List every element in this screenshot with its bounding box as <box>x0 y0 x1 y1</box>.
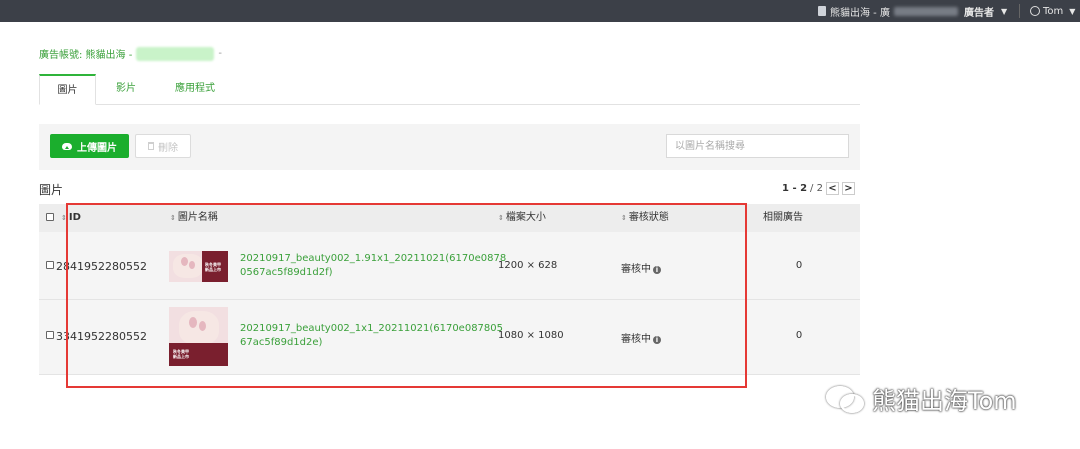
watermark-text: 熊猫出海Tom <box>872 387 1017 415</box>
table-row: 2841952280552 秋冬美甲 新品上市 20210917_beauty00… <box>39 232 860 300</box>
search-input[interactable] <box>666 134 849 158</box>
toolbar: 上傳圖片 刪除 <box>39 124 860 170</box>
delete-button[interactable]: 刪除 <box>135 134 191 158</box>
select-all-checkbox[interactable] <box>46 213 54 221</box>
image-thumbnail[interactable]: 秋冬美甲 新品上市 <box>169 251 228 282</box>
pager-total: / 2 <box>810 183 823 194</box>
header-name[interactable]: ⇕ 圖片名稱 <box>170 204 218 232</box>
redacted-account-id <box>136 46 215 61</box>
sort-icon: ⇕ <box>170 214 176 222</box>
row-id: 2841952280552 <box>56 260 147 273</box>
table-row: 3341952280552 秋冬美甲 新品上市 20210917_beauty00… <box>39 300 860 375</box>
info-icon[interactable]: i <box>653 336 661 344</box>
review-status: 審核中 i <box>621 330 661 345</box>
row-id: 3341952280552 <box>56 330 147 343</box>
status-label: 審核中 <box>621 264 651 275</box>
account-switcher[interactable]: 熊貓出海 - 廣 廣告者 ▼ <box>818 0 1007 22</box>
header-checkbox-cell <box>46 204 54 232</box>
watermark: 熊猫出海Tom <box>824 381 1017 416</box>
thumb-text: 新品上市 <box>173 354 189 359</box>
row-checkbox-cell <box>46 261 54 272</box>
upload-label: 上傳圖片 <box>77 142 117 154</box>
tab-apps[interactable]: 應用程式 <box>163 74 227 104</box>
image-name-line1: 20210917_beauty002_1.91x1_20211021(6170e… <box>240 253 507 264</box>
prev-page-button[interactable]: < <box>825 182 839 195</box>
upload-image-button[interactable]: 上傳圖片 <box>50 134 129 158</box>
cloud-upload-icon <box>62 142 72 150</box>
review-status: 審核中 i <box>621 260 661 275</box>
image-name-line2: 0567ac5f89d1d2f) <box>240 267 333 278</box>
header-size-label: 檔案大小 <box>505 212 546 223</box>
user-menu[interactable]: Tom ▼ <box>1030 0 1075 22</box>
file-size: 1200 × 628 <box>498 260 558 271</box>
row-checkbox[interactable] <box>46 261 54 269</box>
tab-bar: 圖片 影片 應用程式 <box>39 74 860 105</box>
row-checkbox[interactable] <box>46 331 54 339</box>
image-name-line2: 67ac5f89d1d2e) <box>240 337 323 348</box>
sort-icon: ⇕ <box>61 214 67 222</box>
related-ads-count: 0 <box>795 260 803 271</box>
breadcrumb-suffix: - <box>218 48 222 59</box>
image-name-line1: 20210917_beauty002_1x1_20211021(6170e087… <box>240 323 504 334</box>
pager-range: 1 - 2 <box>782 183 808 194</box>
sort-icon: ⇕ <box>498 214 504 222</box>
chevron-down-icon: ▼ <box>1000 6 1008 16</box>
table-header: ⇕ ID ⇕ 圖片名稱 ⇕ 檔案大小 ⇕ 審核狀態 相關廣告 <box>39 204 860 232</box>
breadcrumb-account[interactable]: 廣告帳號: 熊貓出海 - <box>39 46 132 61</box>
chevron-down-icon: ▼ <box>1069 6 1076 16</box>
divider <box>1019 4 1020 18</box>
redacted-account-name <box>893 6 958 16</box>
header-id-label: ID <box>68 212 81 223</box>
document-icon <box>818 6 826 16</box>
image-thumbnail[interactable]: 秋冬美甲 新品上市 <box>169 307 228 366</box>
header-name-label: 圖片名稱 <box>177 212 218 223</box>
tab-images[interactable]: 圖片 <box>39 74 96 105</box>
role-label: 廣告者 <box>963 7 994 19</box>
images-table: ⇕ ID ⇕ 圖片名稱 ⇕ 檔案大小 ⇕ 審核狀態 相關廣告 2841952280552… <box>39 204 860 375</box>
pagination: 1 - 2 / 2 < > <box>782 182 855 195</box>
image-name-link[interactable]: 20210917_beauty002_1x1_20211021(6170e087… <box>240 322 503 350</box>
breadcrumb: 廣告帳號: 熊貓出海 - - <box>39 46 222 61</box>
header-status-label: 審核狀態 <box>628 212 669 223</box>
info-icon[interactable]: i <box>653 266 661 274</box>
section-title: 圖片 <box>39 183 64 197</box>
account-label: 熊貓出海 - 廣 <box>830 7 890 19</box>
wechat-icon <box>824 384 864 414</box>
related-ads-count: 0 <box>795 330 803 341</box>
header-related: 相關廣告 <box>763 212 803 223</box>
status-label: 審核中 <box>621 334 651 345</box>
trash-icon <box>148 142 154 150</box>
tab-videos[interactable]: 影片 <box>101 74 151 104</box>
top-bar: 熊貓出海 - 廣 廣告者 ▼ Tom ▼ <box>0 0 1080 22</box>
header-size[interactable]: ⇕ 檔案大小 <box>498 204 546 232</box>
user-icon <box>1030 6 1040 16</box>
user-name: Tom <box>1043 5 1064 17</box>
image-name-link[interactable]: 20210917_beauty002_1.91x1_20211021(6170e… <box>240 252 506 280</box>
file-size: 1080 × 1080 <box>498 330 564 341</box>
header-status[interactable]: ⇕ 審核狀態 <box>621 204 669 232</box>
thumb-text: 新品上市 <box>205 267 221 272</box>
header-id[interactable]: ⇕ ID <box>61 204 81 232</box>
delete-label: 刪除 <box>158 142 178 154</box>
sort-icon: ⇕ <box>621 214 627 222</box>
next-page-button[interactable]: > <box>841 182 855 195</box>
row-checkbox-cell <box>46 331 54 342</box>
